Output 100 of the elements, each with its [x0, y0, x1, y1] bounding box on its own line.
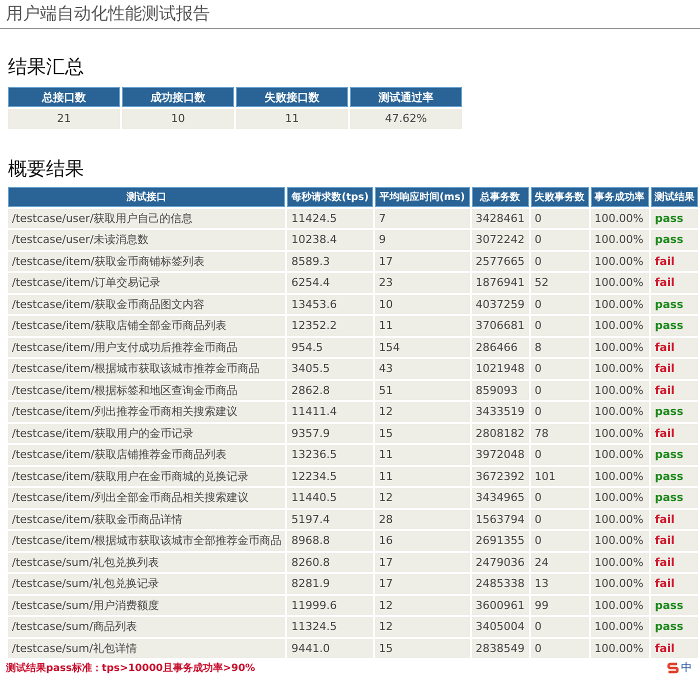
column-header: 总事务数	[472, 186, 529, 206]
table-cell: 9441.0	[287, 638, 373, 658]
table-cell: 5197.4	[287, 510, 373, 529]
table-cell: 17	[374, 252, 470, 271]
table-cell: 0	[530, 230, 589, 250]
table-cell: 3972048	[472, 445, 529, 464]
table-cell: 13236.5	[287, 445, 373, 464]
result-cell: fail	[650, 638, 698, 658]
table-cell: 24	[530, 552, 589, 572]
table-cell: 954.5	[287, 338, 373, 357]
table-cell: 9	[374, 230, 470, 250]
table-cell: /testcase/sum/商品列表	[8, 617, 286, 636]
result-cell: fail	[650, 273, 698, 292]
table-cell: /testcase/item/获取金币商铺标签列表	[8, 252, 286, 271]
column-header: 成功接口数	[122, 87, 234, 107]
column-header: 测试通过率	[350, 87, 462, 107]
table-cell: 8589.3	[287, 252, 373, 271]
table-cell: 100.00%	[590, 424, 649, 443]
table-cell: 4037259	[472, 294, 529, 314]
table-cell: 100.00%	[590, 552, 649, 572]
table-cell: 100.00%	[590, 316, 649, 336]
table-cell: 100.00%	[590, 638, 649, 658]
table-cell: /testcase/item/获取店铺全部金币商品列表	[8, 316, 286, 336]
report-title: 用户端自动化性能测试报告	[0, 0, 700, 29]
result-cell: pass	[650, 445, 698, 464]
section-heading: 结果汇总	[8, 55, 85, 79]
table-cell: 3433519	[472, 402, 529, 422]
table-cell: 0	[530, 488, 589, 508]
table-cell: 12	[374, 402, 470, 422]
table-cell: 100.00%	[590, 338, 649, 357]
table-cell: /testcase/item/用户支付成功后推荐金币商品	[8, 338, 286, 357]
table-cell: 859093	[472, 380, 529, 400]
result-cell: fail	[650, 424, 698, 443]
table-cell: 13	[530, 574, 589, 594]
table-cell: 100.00%	[590, 466, 649, 486]
result-cell: fail	[650, 380, 698, 400]
table-cell: 0	[530, 510, 589, 529]
table-cell: /testcase/user/获取用户自己的信息	[8, 208, 286, 228]
table-cell: 11324.5	[287, 617, 373, 636]
table-cell: 0	[530, 402, 589, 422]
table-cell: 100.00%	[590, 252, 649, 271]
table-cell: 0	[530, 294, 589, 314]
table-cell: 100.00%	[590, 273, 649, 292]
table-cell: 17	[374, 574, 470, 594]
table-cell: 2479036	[472, 552, 529, 572]
table-cell: 13453.6	[287, 294, 373, 314]
table-cell: 0	[530, 380, 589, 400]
table-cell: 8260.8	[287, 552, 373, 572]
table-cell: 3706681	[472, 316, 529, 336]
column-header: 测试接口	[8, 186, 286, 206]
table-cell: /testcase/item/列出全部金币商品相关搜索建议	[8, 488, 286, 508]
table-cell: /testcase/sum/礼包兑换记录	[8, 574, 286, 594]
table-cell: 8968.8	[287, 531, 373, 550]
table-cell: 2577665	[472, 252, 529, 271]
table-cell: 0	[530, 638, 589, 658]
criteria-note: 测试结果pass标准：tps>10000且事务成功率>90%	[6, 661, 256, 674]
column-header: 平均响应时间(ms)	[374, 186, 470, 206]
result-cell: fail	[650, 359, 698, 378]
table-cell: /testcase/item/根据城市获取该城市全部推荐金币商品	[8, 531, 286, 550]
result-cell: pass	[650, 316, 698, 336]
table-cell: 6254.4	[287, 273, 373, 292]
table-cell: 2838549	[472, 638, 529, 658]
ime-logo-icon	[667, 662, 679, 674]
table-cell: 3428461	[472, 208, 529, 228]
table-cell: 10	[122, 109, 234, 128]
table-cell: 9357.9	[287, 424, 373, 443]
table-cell: 99	[530, 596, 589, 615]
table-cell: 11	[374, 466, 470, 486]
table-cell: /testcase/user/未读消息数	[8, 230, 286, 250]
table-cell: 3672392	[472, 466, 529, 486]
table-cell: 51	[374, 380, 470, 400]
table-cell: 2485338	[472, 574, 529, 594]
result-cell: fail	[650, 574, 698, 594]
table-cell: 47.62%	[350, 109, 462, 128]
result-cell: pass	[650, 208, 698, 228]
table-cell: 11	[374, 316, 470, 336]
table-cell: 17	[374, 552, 470, 572]
table-cell: 12	[374, 617, 470, 636]
table-cell: 0	[530, 617, 589, 636]
result-cell: pass	[650, 402, 698, 422]
table-cell: 7	[374, 208, 470, 228]
table-cell: 2808182	[472, 424, 529, 443]
table-cell: 12	[374, 488, 470, 508]
table-cell: 3405.5	[287, 359, 373, 378]
table-cell: 10238.4	[287, 230, 373, 250]
table-cell: /testcase/item/获取金币商品详情	[8, 510, 286, 529]
table-cell: 11424.5	[287, 208, 373, 228]
table-cell: 154	[374, 338, 470, 357]
table-cell: 1876941	[472, 273, 529, 292]
table-cell: 100.00%	[590, 617, 649, 636]
table-cell: 11	[236, 109, 348, 128]
column-header: 测试结果	[650, 186, 698, 206]
column-header: 每秒请求数(tps)	[287, 186, 373, 206]
result-cell: pass	[650, 488, 698, 508]
table-cell: 15	[374, 638, 470, 658]
table-cell: /testcase/sum/礼包详情	[8, 638, 286, 658]
table-cell: 23	[374, 273, 470, 292]
ime-indicator[interactable]: 中	[667, 660, 692, 675]
table-cell: /testcase/item/列出推荐金币商相关搜索建议	[8, 402, 286, 422]
table-cell: 100.00%	[590, 294, 649, 314]
